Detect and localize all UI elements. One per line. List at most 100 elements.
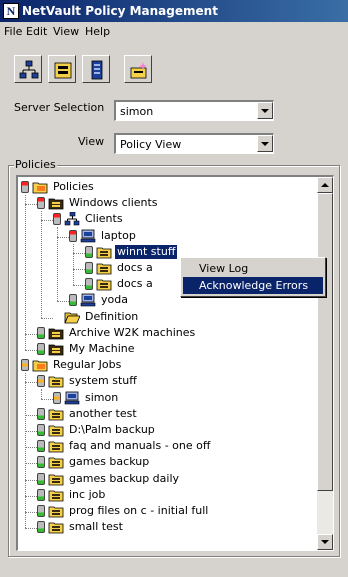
tree-connector [25, 195, 27, 350]
tree-node-label[interactable]: games backup daily [67, 472, 181, 486]
tree-row[interactable]: another test [37, 407, 139, 423]
tree-node-label[interactable]: another test [67, 407, 139, 421]
tree-connector [57, 227, 59, 302]
tree-row[interactable]: inc job [37, 488, 107, 504]
tree-node-label[interactable]: My Machine [67, 342, 137, 356]
status-green-icon [37, 423, 45, 437]
tree-node-label[interactable]: games backup [67, 455, 151, 469]
tree-row[interactable]: small test [37, 520, 125, 536]
server-selection-dropdown[interactable]: simon [114, 100, 274, 121]
status-amber-icon [21, 358, 29, 372]
status-green-icon [85, 277, 93, 291]
tree-node-label[interactable]: Definition [83, 310, 140, 324]
job-icon [96, 277, 112, 291]
computer-icon [80, 293, 96, 307]
tree-row[interactable]: prog files on c - initial full [37, 504, 210, 520]
status-green-icon [37, 407, 45, 421]
tree-row[interactable]: simon [53, 391, 120, 407]
tree-row[interactable]: My Machine [37, 342, 137, 358]
menu-view[interactable]: View [53, 25, 79, 38]
tree-node-label[interactable]: yoda [99, 293, 130, 307]
tree-node-label[interactable]: docs a [115, 277, 155, 291]
tree-row[interactable]: winnt stuff [85, 244, 178, 261]
tree-row[interactable]: D:\Palm backup [37, 423, 157, 439]
menu-edit[interactable]: Edit [26, 25, 47, 38]
tree-node-label[interactable]: faq and manuals - one off [67, 439, 212, 453]
tree-row[interactable]: Windows clients [37, 196, 160, 212]
view-dropdown[interactable]: Policy View [114, 133, 274, 154]
tree-connector [57, 301, 69, 303]
wizard-button[interactable] [124, 55, 152, 83]
context-menu-acknowledge-errors[interactable]: Acknowledge Errors [183, 277, 323, 294]
tree-row[interactable]: laptop [69, 229, 138, 245]
open-folder-icon [64, 310, 80, 324]
tree-node-label[interactable]: simon [83, 391, 120, 405]
context-menu: View Log Acknowledge Errors [180, 257, 326, 297]
context-menu-view-log[interactable]: View Log [183, 260, 323, 277]
status-green-icon [37, 455, 45, 469]
status-green-icon [85, 245, 93, 259]
chevron-down-icon[interactable] [257, 102, 273, 119]
chevron-down-icon[interactable] [257, 135, 273, 152]
tree-row[interactable]: Clients [53, 212, 125, 228]
tree-node-label[interactable]: system stuff [67, 374, 139, 388]
job-icon [48, 423, 64, 437]
tree-node-label[interactable]: Clients [83, 212, 125, 226]
tree-row[interactable]: faq and manuals - one off [37, 439, 212, 455]
tree-node-label[interactable]: Regular Jobs [51, 358, 123, 372]
status-green-icon [37, 326, 45, 340]
tree-node-label[interactable]: docs a [115, 261, 155, 275]
tree-row[interactable]: system stuff [37, 374, 139, 390]
title-bar[interactable]: N NetVault Policy Management [0, 0, 348, 22]
tree-row[interactable]: games backup daily [37, 472, 181, 488]
devices-button[interactable] [82, 55, 110, 83]
status-green-icon [37, 439, 45, 453]
vertical-scrollbar[interactable] [317, 177, 333, 550]
menu-file[interactable]: File [4, 25, 22, 38]
tree-connector [25, 373, 27, 529]
tree-row[interactable]: Definition [53, 310, 140, 326]
status-green-icon [69, 293, 77, 307]
scroll-down-icon[interactable] [317, 534, 333, 550]
status-green-icon [37, 472, 45, 486]
tree-row[interactable]: Policies [21, 180, 96, 196]
view-value: Policy View [120, 138, 182, 151]
tree-node-label[interactable]: small test [67, 520, 125, 534]
tree-node-label[interactable]: D:\Palm backup [67, 423, 157, 437]
job-icon [48, 488, 64, 502]
netvault-logo-icon: N [3, 3, 19, 19]
job-icon [48, 455, 64, 469]
tree-row[interactable]: yoda [69, 293, 130, 309]
tree-node-label[interactable]: inc job [67, 488, 107, 502]
job-icon [96, 245, 112, 259]
job-icon [48, 439, 64, 453]
policies-group-label: Policies [14, 158, 57, 171]
tree-node-label[interactable]: Policies [51, 180, 96, 194]
tree-node-label[interactable]: Archive W2K machines [67, 326, 197, 340]
computer-icon [80, 229, 96, 243]
status-green-icon [37, 504, 45, 518]
tree-node-label[interactable]: winnt stuff [115, 244, 178, 259]
tree-connector [25, 350, 37, 352]
tree-node-label[interactable]: Windows clients [67, 196, 160, 210]
tree-row[interactable]: docs a [85, 261, 155, 277]
scroll-up-icon[interactable] [317, 177, 333, 193]
job-icon [48, 407, 64, 421]
tree-node-label[interactable]: prog files on c - initial full [67, 504, 210, 518]
tree-row[interactable]: games backup [37, 455, 151, 471]
tree-node-label[interactable]: laptop [99, 229, 138, 243]
tree-row[interactable]: Archive W2K machines [37, 326, 197, 342]
scrollbar-thumb[interactable] [317, 193, 333, 491]
job-icon [48, 472, 64, 486]
jobs-button[interactable] [48, 55, 76, 83]
tree-row[interactable]: docs a [85, 277, 155, 293]
job-folder-icon [48, 196, 64, 210]
tree-row[interactable]: Regular Jobs [21, 358, 123, 374]
window-title: NetVault Policy Management [22, 4, 218, 18]
policy-folder-icon [32, 180, 48, 194]
toolbar [0, 44, 348, 90]
network-view-button[interactable] [14, 55, 42, 83]
job-icon [48, 374, 64, 388]
policy-tree[interactable]: Policies Windows clients Clients laptop winn… [16, 175, 334, 551]
menu-help[interactable]: Help [85, 25, 110, 38]
